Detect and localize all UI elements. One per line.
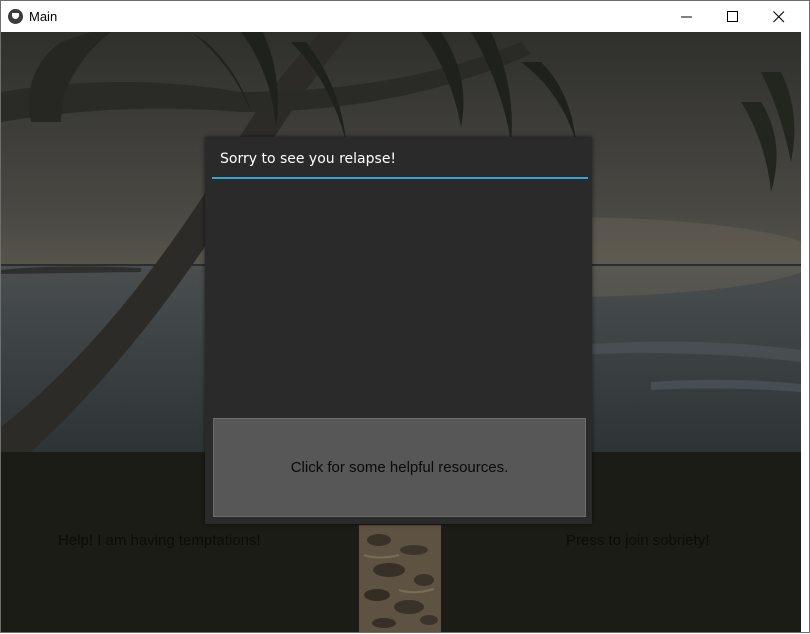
minimize-button[interactable] xyxy=(664,1,710,32)
window-edge-strip xyxy=(801,32,809,632)
app-content: Help! I am having temptations! Press to … xyxy=(1,32,809,632)
temptation-help-label: Help! I am having temptations! xyxy=(58,532,261,549)
helpful-resources-button[interactable]: Click for some helpful resources. xyxy=(213,418,586,517)
window-title: Main xyxy=(29,9,58,24)
relapse-popup: Sorry to see you relapse! Click for some… xyxy=(205,137,592,524)
app-window: Main Help! I am having temptations! Pres… xyxy=(0,0,810,633)
maximize-button[interactable] xyxy=(710,1,756,32)
close-icon xyxy=(773,11,785,23)
popup-title-separator xyxy=(212,177,588,179)
temptation-help-button[interactable]: Help! I am having temptations! xyxy=(58,532,261,549)
kivy-app-icon xyxy=(8,9,23,24)
helpful-resources-label: Click for some helpful resources. xyxy=(290,459,509,476)
join-sobriety-label: Press to join sobriety! xyxy=(566,532,710,549)
minimize-icon xyxy=(681,16,692,18)
join-sobriety-button[interactable]: Press to join sobriety! xyxy=(566,532,709,549)
maximize-icon xyxy=(727,11,738,22)
sand-footprints-image xyxy=(359,525,441,632)
popup-title: Sorry to see you relapse! xyxy=(220,151,397,167)
close-button[interactable] xyxy=(756,1,802,32)
title-bar[interactable]: Main xyxy=(1,0,809,32)
